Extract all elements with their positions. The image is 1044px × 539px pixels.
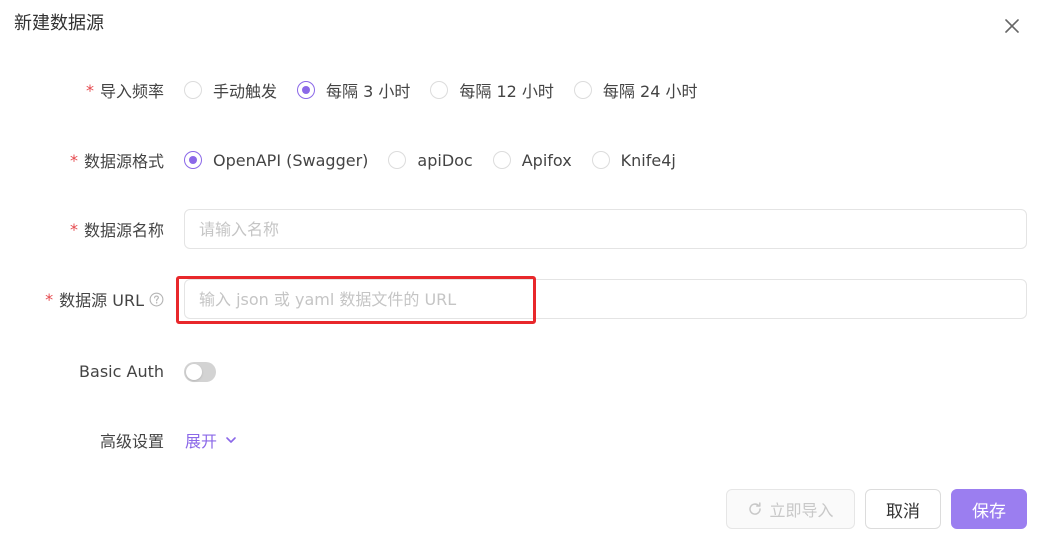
source-name-label: * 数据源名称 <box>69 219 164 241</box>
radio-manual[interactable]: 手动触发 <box>184 78 277 102</box>
source-url-input[interactable] <box>184 279 1027 319</box>
radio-every-12h[interactable]: 每隔 12 小时 <box>430 78 554 102</box>
radio-circle-checked <box>184 151 202 169</box>
toggle-knob <box>186 364 202 380</box>
radio-every-3h[interactable]: 每隔 3 小时 <box>297 78 410 102</box>
new-datasource-dialog: 新建数据源 * 导入频率 手动触发 每隔 3 小时 每隔 12 小时 每隔 24… <box>0 0 1044 539</box>
radio-knife4j[interactable]: Knife4j <box>591 151 676 170</box>
dialog-title: 新建数据源 <box>14 13 104 34</box>
required-mark: * <box>85 80 94 100</box>
basic-auth-label: Basic Auth <box>79 361 164 381</box>
help-icon[interactable] <box>148 291 164 307</box>
radio-circle <box>591 151 610 169</box>
radio-every-24h[interactable]: 每隔 24 小时 <box>573 78 697 102</box>
source-url-row: * 数据源 URL <box>0 279 1044 319</box>
required-mark: * <box>45 289 54 309</box>
import-frequency-label: * 导入频率 <box>85 80 164 102</box>
advanced-settings-row: 高级设置 展开 <box>0 420 1044 460</box>
advanced-settings-label: 高级设置 <box>99 432 164 451</box>
source-name-input[interactable] <box>184 209 1027 249</box>
cancel-button[interactable]: 取消 <box>865 489 941 529</box>
radio-openapi[interactable]: OpenAPI (Swagger) <box>184 151 368 170</box>
radio-apidoc[interactable]: apiDoc <box>388 151 473 170</box>
expand-advanced-link[interactable]: 展开 <box>185 420 237 460</box>
required-mark: * <box>69 150 78 170</box>
close-button[interactable] <box>998 12 1026 40</box>
required-mark: * <box>69 219 78 239</box>
chevron-down-icon <box>226 437 236 443</box>
radio-circle-checked <box>297 81 316 99</box>
source-format-row: * 数据源格式 OpenAPI (Swagger) apiDoc Apifox … <box>0 140 1044 180</box>
source-url-label: * 数据源 URL <box>45 279 164 319</box>
source-format-label: * 数据源格式 <box>69 150 164 172</box>
save-button[interactable]: 保存 <box>951 489 1027 529</box>
basic-auth-toggle[interactable] <box>184 362 216 382</box>
refresh-icon <box>749 502 762 515</box>
radio-circle <box>573 81 592 99</box>
import-now-button[interactable]: 立即导入 <box>726 489 855 529</box>
radio-circle <box>388 151 407 169</box>
radio-circle <box>492 151 511 169</box>
radio-apifox[interactable]: Apifox <box>492 151 572 170</box>
radio-circle <box>430 81 449 99</box>
source-name-row: * 数据源名称 <box>0 209 1044 249</box>
import-frequency-row: * 导入频率 手动触发 每隔 3 小时 每隔 12 小时 每隔 24 小时 <box>0 70 1044 110</box>
source-format-radio-group: OpenAPI (Swagger) apiDoc Apifox Knife4j <box>184 140 696 180</box>
basic-auth-row: Basic Auth <box>0 351 1044 391</box>
close-icon <box>1005 19 1019 33</box>
radio-circle <box>184 81 202 99</box>
import-frequency-radio-group: 手动触发 每隔 3 小时 每隔 12 小时 每隔 24 小时 <box>184 70 717 110</box>
